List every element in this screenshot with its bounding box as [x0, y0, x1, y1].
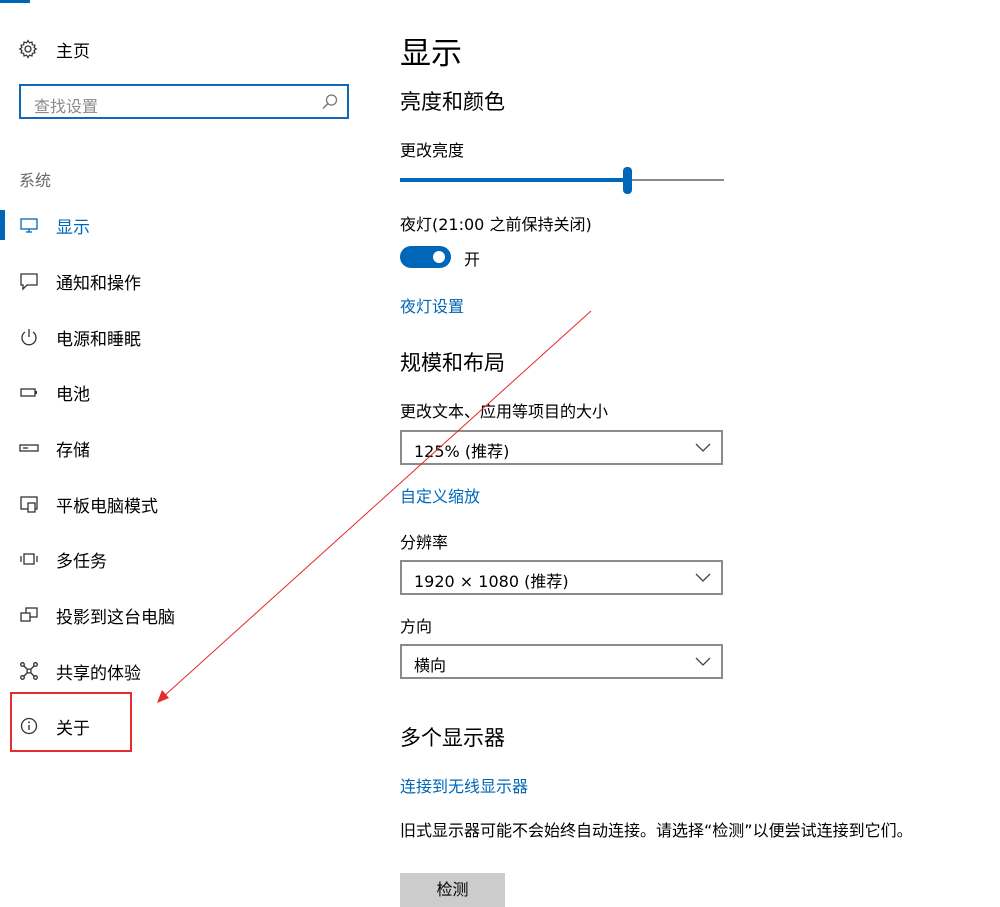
sidebar-item-label: 存储 [56, 440, 90, 461]
gear-icon [18, 39, 38, 59]
detect-button[interactable]: 检测 [400, 873, 505, 907]
tablet-mode-icon [18, 493, 40, 515]
sidebar-item-label: 多任务 [56, 551, 107, 572]
night-light-label: 夜灯(21:00 之前保持关闭) [400, 215, 592, 234]
monitor-icon [18, 214, 40, 236]
brightness-slider-thumb[interactable] [622, 167, 632, 194]
resolution-select[interactable]: 1920 × 1080 (推荐) [400, 560, 723, 595]
night-light-settings-link[interactable]: 夜灯设置 [400, 293, 464, 317]
multitasking-icon [18, 548, 40, 570]
page-title: 显示 [400, 36, 462, 72]
sidebar-item-power[interactable]: 电源和睡眠 [0, 313, 360, 361]
system-group-label: 系统 [19, 171, 52, 190]
sidebar-item-label: 显示 [56, 217, 90, 238]
sidebar-item-label: 共享的体验 [56, 663, 141, 684]
projecting-icon [18, 604, 40, 626]
sidebar: 主页 查找设置 系统 显示 通知和操作 电源和睡眠 电池 存储 平板电脑模式 多… [0, 0, 370, 891]
storage-icon [18, 437, 40, 459]
night-light-toggle-state: 开 [464, 250, 481, 269]
scale-section-heading: 规模和布局 [400, 351, 505, 375]
connect-wireless-display-link[interactable]: 连接到无线显示器 [400, 773, 528, 797]
sidebar-item-display[interactable]: 显示 [0, 201, 360, 249]
sidebar-item-project[interactable]: 投影到这台电脑 [0, 591, 360, 639]
resolution-label: 分辨率 [400, 533, 449, 552]
battery-icon [18, 381, 40, 403]
shared-experiences-icon [18, 660, 40, 682]
chevron-down-icon [695, 441, 711, 453]
sidebar-item-label: 通知和操作 [56, 273, 141, 294]
sidebar-item-shared-experiences[interactable]: 共享的体验 [0, 647, 360, 695]
power-icon [18, 326, 40, 348]
sidebar-item-label: 电池 [56, 384, 90, 405]
sidebar-item-tablet-mode[interactable]: 平板电脑模式 [0, 480, 360, 528]
multi-display-description: 旧式显示器可能不会始终自动连接。请选择“检测”以便尝试连接到它们。 [400, 821, 913, 840]
custom-scaling-link[interactable]: 自定义缩放 [400, 483, 480, 507]
notification-icon [18, 270, 40, 292]
home-label: 主页 [56, 41, 90, 62]
orientation-select[interactable]: 横向 [400, 644, 723, 679]
annotation-highlight-box [10, 692, 132, 752]
resolution-value: 1920 × 1080 (推荐) [414, 572, 569, 591]
sidebar-item-label: 投影到这台电脑 [56, 607, 175, 628]
text-size-select[interactable]: 125% (推荐) [400, 430, 723, 465]
sidebar-item-storage[interactable]: 存储 [0, 424, 360, 472]
sidebar-item-label: 平板电脑模式 [56, 496, 158, 517]
sidebar-item-battery[interactable]: 电池 [0, 368, 360, 416]
search-placeholder: 查找设置 [34, 97, 99, 116]
text-size-value: 125% (推荐) [414, 442, 510, 461]
brightness-section-heading: 亮度和颜色 [400, 90, 505, 114]
brightness-slider-fill [400, 178, 627, 182]
toggle-knob [433, 251, 445, 263]
text-size-label: 更改文本、应用等项目的大小 [400, 402, 609, 421]
chevron-down-icon [695, 655, 711, 667]
chevron-down-icon [695, 571, 711, 583]
orientation-value: 横向 [414, 656, 447, 675]
search-input[interactable]: 查找设置 [19, 84, 349, 119]
multi-display-section-heading: 多个显示器 [400, 726, 505, 750]
sidebar-item-label: 电源和睡眠 [56, 329, 141, 350]
search-icon[interactable] [321, 93, 339, 111]
home-link[interactable]: 主页 [18, 36, 90, 62]
orientation-label: 方向 [400, 617, 433, 636]
night-light-toggle[interactable] [400, 246, 451, 268]
brightness-label: 更改亮度 [400, 141, 465, 160]
sidebar-item-multitasking[interactable]: 多任务 [0, 535, 360, 583]
sidebar-item-notifications[interactable]: 通知和操作 [0, 257, 360, 305]
